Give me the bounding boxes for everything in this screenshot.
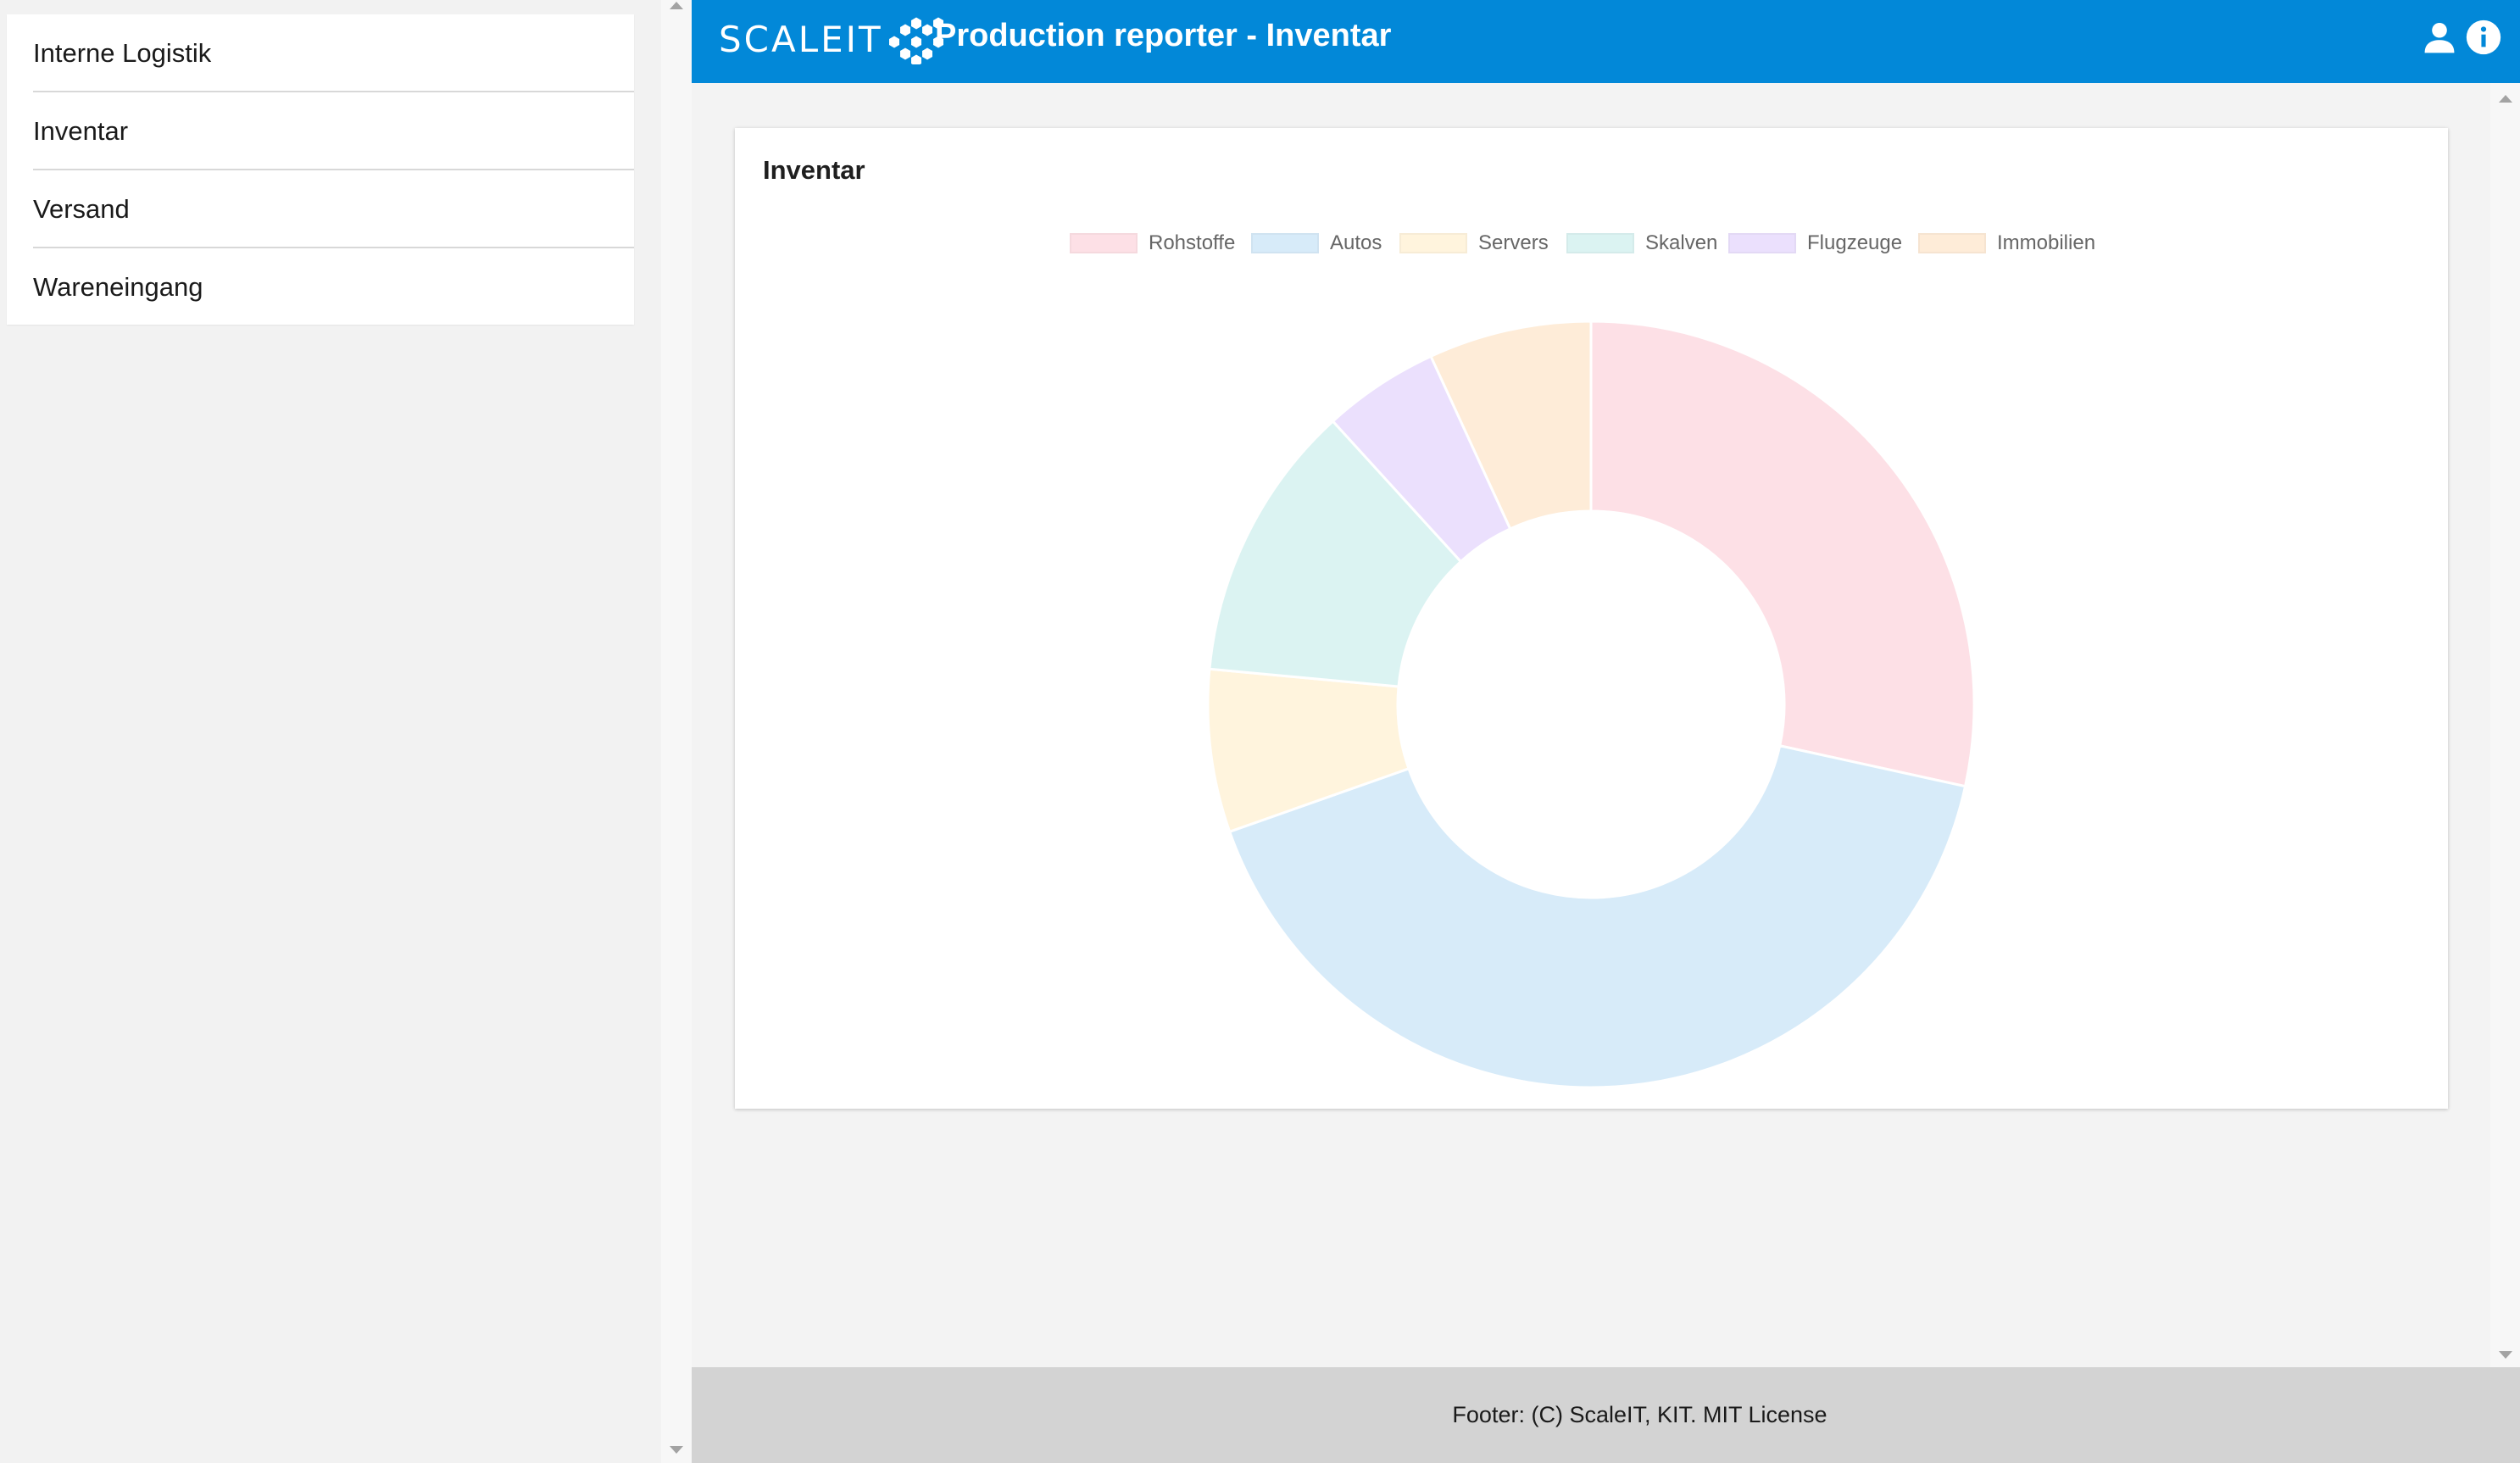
chart-slice-rohstoffe[interactable] xyxy=(1589,320,1976,788)
scroll-down-arrow-icon[interactable] xyxy=(2499,1351,2512,1359)
logo-wordmark: SCALEIT xyxy=(719,18,883,60)
sidebar-item-label: Interne Logistik xyxy=(33,38,212,68)
chart-slice-autos[interactable] xyxy=(1227,743,1967,1089)
sidebar: Interne Logistik Inventar Versand Warene… xyxy=(0,0,661,1463)
scroll-down-arrow-icon[interactable] xyxy=(670,1446,683,1454)
scroll-up-arrow-icon[interactable] xyxy=(2499,95,2512,103)
chart-card: Inventar Rohstoffe Autos Servers Skalven Flu… xyxy=(735,128,2448,1109)
sidebar-item-versand[interactable]: Versand xyxy=(7,170,634,248)
sidebar-item-interne-logistik[interactable]: Interne Logistik xyxy=(7,14,634,92)
scroll-up-arrow-icon[interactable] xyxy=(670,2,683,9)
doughnut-chart[interactable] xyxy=(735,128,2448,1109)
page-title: Production reporter - Inventar xyxy=(935,17,1392,53)
main-content: Inventar Rohstoffe Autos Servers Skalven Flu… xyxy=(692,83,2490,1367)
sidebar-item-label: Inventar xyxy=(33,116,129,146)
main-scrollbar[interactable] xyxy=(2490,83,2520,1367)
info-icon[interactable] xyxy=(2465,19,2502,56)
app-header: SCALEIT Production reporter - Inventar xyxy=(692,0,2520,83)
sidebar-item-label: Wareneingang xyxy=(33,272,203,302)
account-icon[interactable] xyxy=(2421,19,2458,56)
sidebar-item-inventar[interactable]: Inventar xyxy=(7,92,634,170)
footer-text: Footer: (C) ScaleIT, KIT. MIT License xyxy=(1452,1402,1827,1427)
footer: Footer: (C) ScaleIT, KIT. MIT License xyxy=(692,1367,2520,1463)
sidebar-scrollbar[interactable] xyxy=(661,0,692,1463)
sidebar-item-label: Versand xyxy=(33,194,130,224)
sidebar-menu: Interne Logistik Inventar Versand Warene… xyxy=(7,14,634,325)
sidebar-item-wareneingang[interactable]: Wareneingang xyxy=(7,248,634,326)
scaleit-logo: SCALEIT xyxy=(719,14,953,64)
